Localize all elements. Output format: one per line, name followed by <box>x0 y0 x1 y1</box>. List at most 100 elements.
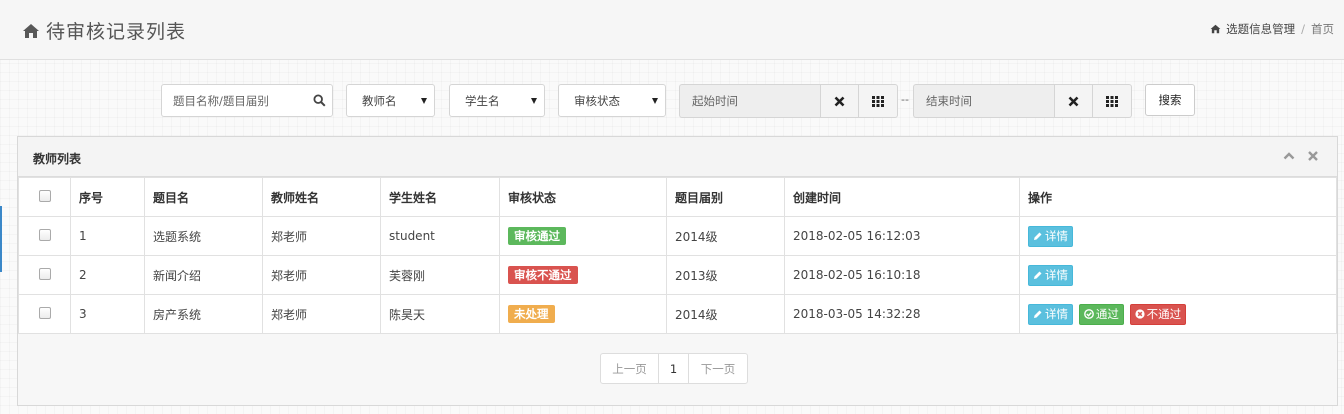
approve-button-label: 通过 <box>1095 307 1119 321</box>
chevron-down-icon <box>652 98 658 104</box>
column-header: 题目届别 <box>666 177 785 217</box>
cell-teacher: 郑老师 <box>262 294 381 334</box>
table-header-row: 序号 题目名 教师姓名 学生姓名 审核状态 题目届别 创建时间 操作 <box>18 177 1337 217</box>
cell-student: 芙蓉刚 <box>380 255 500 295</box>
cell-grade: 2014级 <box>666 216 785 256</box>
breadcrumb-separator: / <box>1301 22 1305 36</box>
detail-button[interactable]: 详情 <box>1028 225 1073 247</box>
start-date-group: 起始时间 <box>679 84 898 118</box>
cell-created: 2018-02-05 16:12:03 <box>784 216 1020 256</box>
calendar-grid-icon <box>1106 95 1118 107</box>
cell-topic: 新闻介绍 <box>144 255 263 295</box>
column-header: 序号 <box>70 177 145 217</box>
row-select-cell <box>18 294 71 334</box>
x-circle-icon <box>1135 309 1145 319</box>
reject-button[interactable]: 不通过 <box>1129 303 1187 325</box>
student-select[interactable]: 学生名 <box>449 84 545 117</box>
row-select-cell <box>18 216 71 256</box>
page-number-button[interactable]: 1 <box>658 353 689 384</box>
column-header: 题目名 <box>144 177 263 217</box>
cell-seq: 2 <box>70 255 145 295</box>
calendar-grid-icon <box>872 95 884 107</box>
table-row: 3 房产系统 郑老师 陈昊天 未处理 2014级 2018-03-05 14:3… <box>18 294 1337 334</box>
teacher-select[interactable]: 教师名 <box>346 84 435 117</box>
cell-status: 审核不通过 <box>499 255 667 295</box>
panel-header: 教师列表 <box>18 137 1337 177</box>
status-select-value: 审核状态 <box>574 93 620 108</box>
row-select-cell <box>18 255 71 295</box>
pagination: 上一页 1 下一页 <box>600 353 748 384</box>
end-time-input[interactable]: 结束时间 <box>913 84 1054 118</box>
cell-actions: 详情 <box>1019 216 1337 256</box>
table-row: 2 新闻介绍 郑老师 芙蓉刚 审核不通过 2013级 2018-02-05 16… <box>18 255 1337 295</box>
search-input[interactable] <box>162 85 302 116</box>
breadcrumb-section[interactable]: 选题信息管理 <box>1226 21 1295 37</box>
cell-seq: 3 <box>70 294 145 334</box>
status-select[interactable]: 审核状态 <box>558 84 666 117</box>
date-range-separator: -- <box>901 93 909 106</box>
cell-grade: 2013级 <box>666 255 785 295</box>
chevron-down-icon <box>421 98 427 104</box>
start-time-input[interactable]: 起始时间 <box>679 84 820 118</box>
cell-teacher: 郑老师 <box>262 216 381 256</box>
column-header: 创建时间 <box>784 177 1020 217</box>
column-header: 操作 <box>1019 177 1337 217</box>
pencil-icon <box>1034 310 1042 318</box>
next-page-button[interactable]: 下一页 <box>688 353 748 384</box>
detail-button[interactable]: 详情 <box>1028 303 1073 325</box>
left-edge-accent <box>0 206 2 272</box>
teacher-select-value: 教师名 <box>362 93 397 108</box>
row-checkbox[interactable] <box>38 228 51 241</box>
search-box <box>161 84 333 117</box>
cell-topic: 选题系统 <box>144 216 263 256</box>
select-all-checkbox[interactable] <box>38 189 51 202</box>
chevron-up-icon[interactable] <box>1283 150 1295 162</box>
cell-student: 陈昊天 <box>380 294 500 334</box>
pick-end-button[interactable] <box>1093 84 1132 118</box>
close-icon <box>1068 96 1079 106</box>
column-header: 学生姓名 <box>380 177 500 217</box>
cell-seq: 1 <box>70 216 145 256</box>
close-icon <box>834 96 845 106</box>
detail-button-label: 详情 <box>1045 229 1068 243</box>
status-badge: 未处理 <box>508 305 555 323</box>
approve-button[interactable]: 通过 <box>1078 303 1124 325</box>
pick-start-button[interactable] <box>859 84 898 118</box>
cell-topic: 房产系统 <box>144 294 263 334</box>
cell-teacher: 郑老师 <box>262 255 381 295</box>
row-checkbox[interactable] <box>38 267 51 280</box>
cell-student: student <box>380 216 500 256</box>
select-all-cell <box>18 177 71 217</box>
filter-toolbar: 教师名 学生名 审核状态 起始时间 -- 结束时间 <box>0 84 1344 118</box>
reject-button-label: 不通过 <box>1146 307 1182 321</box>
pencil-icon <box>1034 271 1042 279</box>
close-icon[interactable] <box>1307 150 1319 162</box>
cell-created: 2018-03-05 14:32:28 <box>784 294 1020 334</box>
pencil-icon <box>1034 232 1042 240</box>
teacher-list-panel: 教师列表 序号 题目名 教师姓名 学生姓名 审核状态 题目届别 创建时间 操作 <box>17 136 1338 406</box>
clear-start-button[interactable] <box>820 84 859 118</box>
panel-tools <box>1283 150 1319 162</box>
search-icon[interactable] <box>313 94 326 107</box>
status-badge: 审核不通过 <box>508 266 578 284</box>
detail-button-label: 详情 <box>1045 268 1068 282</box>
cell-actions: 详情 通过 不通过 <box>1019 294 1337 334</box>
student-select-value: 学生名 <box>465 93 500 108</box>
table-row: 1 选题系统 郑老师 student 审核通过 2014级 2018-02-05… <box>18 216 1337 256</box>
end-date-group: 结束时间 <box>913 84 1132 118</box>
cell-created: 2018-02-05 16:10:18 <box>784 255 1020 295</box>
home-icon <box>23 23 39 38</box>
check-circle-icon <box>1083 309 1094 319</box>
search-button[interactable]: 搜索 <box>1145 84 1195 116</box>
cell-grade: 2014级 <box>666 294 785 334</box>
chevron-down-icon <box>531 98 537 104</box>
clear-end-button[interactable] <box>1054 84 1093 118</box>
detail-button-label: 详情 <box>1045 307 1068 321</box>
prev-page-button[interactable]: 上一页 <box>600 353 659 384</box>
detail-button[interactable]: 详情 <box>1028 264 1073 286</box>
page-title: 待审核记录列表 <box>46 21 187 43</box>
breadcrumb-current: 首页 <box>1311 22 1334 36</box>
row-checkbox[interactable] <box>38 306 51 319</box>
column-header: 教师姓名 <box>262 177 381 217</box>
page-title-wrap: 待审核记录列表 <box>22 17 186 44</box>
